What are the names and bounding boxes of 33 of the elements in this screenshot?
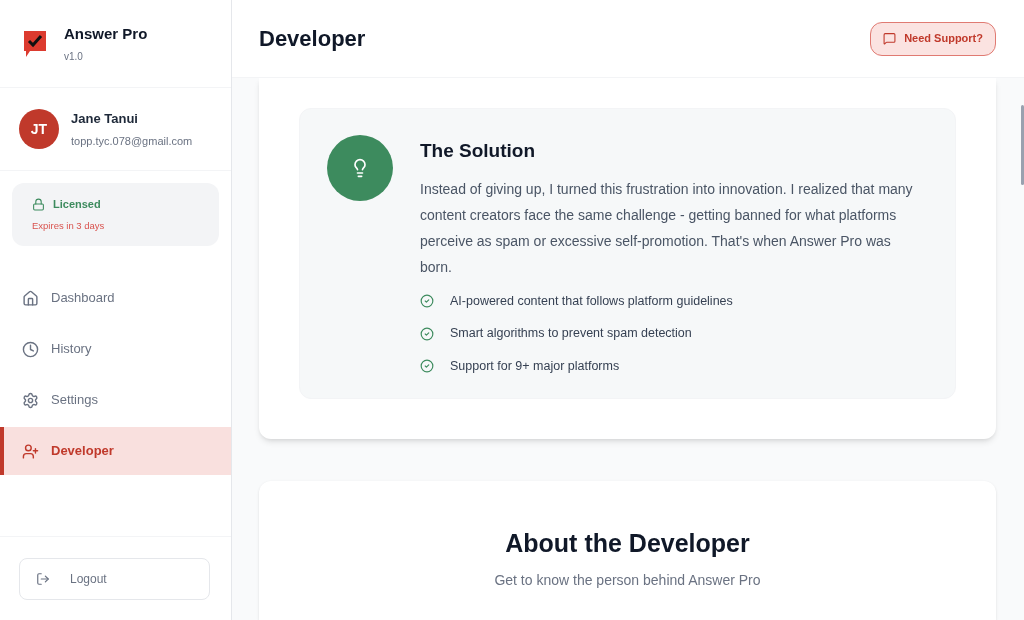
- feature-text: Smart algorithms to prevent spam detection: [450, 325, 692, 343]
- feature-text: Support for 9+ major platforms: [450, 358, 620, 375]
- feature-text: AI-powered content that follows platform guidelines: [450, 292, 733, 310]
- page-title: Developer: [259, 25, 366, 53]
- nav-item[interactable]: Developer: [0, 427, 231, 475]
- app-name: Answer Pro: [64, 23, 148, 44]
- solution-title: The Solution: [420, 139, 537, 163]
- chat-icon: [883, 32, 897, 45]
- about-subtitle: Get to know the person behind Answer Pro: [494, 571, 761, 591]
- home-icon: [22, 289, 39, 307]
- check-icon: [420, 293, 434, 308]
- solution-text: Instead of giving up, I turned this frustration into innovation. I realized that many content creators face the same challenge - getting banned for what platforms perceive as spam or excessive self-promotion. That's when Answer Pro was born.: [420, 179, 914, 277]
- user-name: Jane Tanui: [71, 110, 139, 128]
- nav-item[interactable]: Dashboard: [0, 274, 231, 322]
- settings-icon: [22, 391, 39, 409]
- clock-icon: [22, 340, 39, 358]
- logo-icon: [22, 28, 48, 59]
- user-email: topp.tyc.078@gmail.com: [71, 133, 193, 149]
- check-icon: [420, 359, 434, 374]
- about-title: About the Developer: [505, 527, 750, 559]
- lock-icon: [32, 197, 45, 211]
- check-icon: [420, 326, 434, 341]
- support-button[interactable]: Need Support?: [870, 21, 996, 56]
- scrollbar-thumb[interactable]: [1021, 105, 1024, 185]
- nav-item[interactable]: History: [0, 325, 231, 373]
- logout-button[interactable]: Logout: [19, 557, 210, 600]
- logout-icon: [36, 571, 50, 586]
- license-status: Licensed: [53, 197, 101, 213]
- avatar: JT: [19, 109, 59, 149]
- user-plus-icon: [22, 442, 39, 460]
- license-expiry: Expires in 3 days: [32, 218, 106, 233]
- nav-item[interactable]: Settings: [0, 376, 231, 424]
- app-version: v1.0: [64, 50, 84, 65]
